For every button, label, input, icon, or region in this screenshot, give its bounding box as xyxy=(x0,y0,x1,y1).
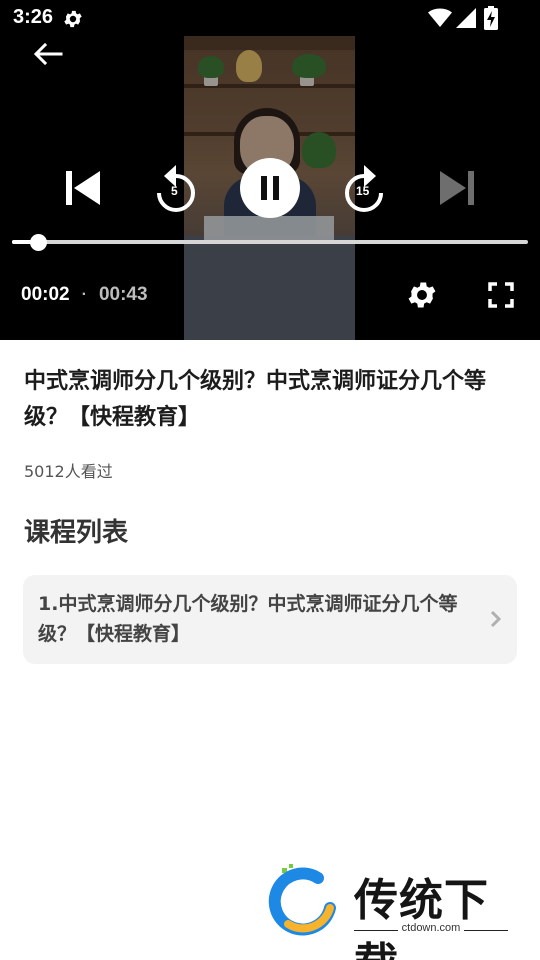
rewind-seconds: 5 xyxy=(171,184,178,198)
seek-track xyxy=(12,240,528,244)
chevron-right-icon xyxy=(490,610,502,628)
settings-icon xyxy=(64,10,82,28)
seek-bar[interactable] xyxy=(12,234,528,251)
course-list-item[interactable]: 1.中式烹调师分几个级别？中式烹调师证分几个等级？【快程教育】 xyxy=(23,575,517,664)
course-item-label: 1.中式烹调师分几个级别？中式烹调师证分几个等级？【快程教育】 xyxy=(38,593,458,645)
player-settings-button[interactable] xyxy=(405,278,441,312)
skip-next-icon xyxy=(440,171,474,205)
time-separator: · xyxy=(81,286,87,303)
pause-icon xyxy=(261,176,279,200)
current-time: 00:02 xyxy=(21,284,70,305)
forward-seconds: 15 xyxy=(356,184,370,198)
forward-button[interactable]: 15 xyxy=(340,162,388,214)
video-player[interactable]: 3:26 5 15 00:02 · 00:43 xyxy=(0,0,540,340)
gear-icon xyxy=(408,282,436,308)
arrow-left-icon xyxy=(33,43,63,65)
view-count: 5012人看过 xyxy=(24,462,113,481)
next-button[interactable] xyxy=(436,166,480,210)
skip-previous-icon xyxy=(66,171,100,205)
watermark-text: 传统下载 xyxy=(354,875,489,960)
watermark: 传统下载 ctdown.com xyxy=(268,862,520,960)
fullscreen-button[interactable] xyxy=(486,280,516,310)
total-time: 00:43 xyxy=(98,284,148,305)
status-bar: 3:26 xyxy=(0,0,540,36)
rewind-button[interactable]: 5 xyxy=(152,162,200,214)
pause-button[interactable] xyxy=(240,158,300,218)
course-list-heading: 课程列表 xyxy=(24,518,129,548)
watermark-url: ctdown.com xyxy=(401,922,461,934)
ctdown-logo-icon xyxy=(268,864,336,936)
signal-icon xyxy=(456,8,476,28)
back-button[interactable] xyxy=(30,38,66,70)
seek-thumb[interactable] xyxy=(30,234,47,251)
battery-charging-icon xyxy=(484,6,498,30)
fullscreen-icon xyxy=(488,282,514,308)
status-time: 3:26 xyxy=(13,6,54,28)
wifi-icon xyxy=(428,8,452,27)
previous-button[interactable] xyxy=(60,166,104,210)
video-title: 中式烹调师分几个级别？中式烹调师证分几个等级？【快程教育】 xyxy=(24,369,487,430)
time-display: 00:02 · 00:43 xyxy=(21,283,148,307)
